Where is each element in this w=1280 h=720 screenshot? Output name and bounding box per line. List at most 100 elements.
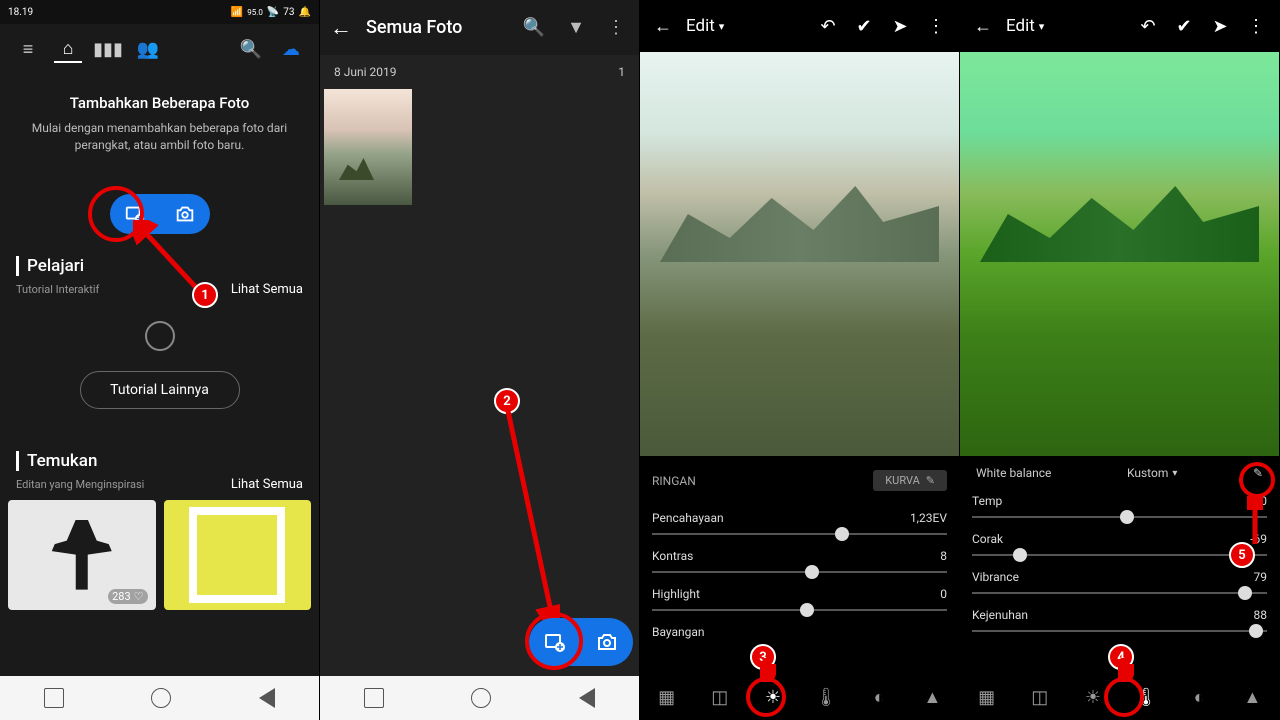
wb-label: White balance	[976, 466, 1051, 480]
empty-state: Tambahkan Beberapa Foto Mulai dengan men…	[0, 74, 319, 174]
add-photo-fab[interactable]	[529, 618, 581, 666]
chevron-down-icon: ▾	[1172, 468, 1177, 479]
exposure-slider[interactable]	[652, 533, 947, 535]
vibrance-slider[interactable]	[972, 592, 1267, 594]
date-header: 8 Juni 2019 1	[320, 55, 639, 89]
photo-preview-edited[interactable]	[960, 52, 1279, 456]
home-button[interactable]	[471, 688, 491, 708]
discover-thumb-2[interactable]	[164, 500, 312, 610]
mode-label: RINGAN	[652, 474, 696, 488]
discover-see-all[interactable]: Lihat Semua	[231, 477, 303, 492]
contrast-slider[interactable]	[652, 571, 947, 573]
share-icon[interactable]: ➤	[887, 16, 913, 37]
tint-slider[interactable]	[972, 554, 1267, 556]
chevron-down-icon: ▾	[1039, 20, 1045, 33]
back-icon[interactable]: ←	[970, 16, 996, 37]
library-icon[interactable]: ▮▮▮	[94, 35, 122, 63]
presets-icon[interactable]: ▦	[975, 685, 999, 709]
eyedropper-icon[interactable]: ✎	[1253, 466, 1263, 480]
recents-button[interactable]	[364, 688, 384, 708]
presets-icon[interactable]: ▦	[655, 685, 679, 709]
saturation-label: Kejenuhan	[972, 608, 1028, 622]
vibrance-label: Vibrance	[972, 570, 1019, 584]
edit-title[interactable]: Edit▾	[686, 16, 724, 36]
saturation-value: 88	[1254, 608, 1268, 622]
color-tool-icon[interactable]: 🌡	[1134, 685, 1158, 709]
home-tab[interactable]: ⌂	[54, 35, 82, 63]
count-label: 1	[618, 65, 625, 79]
detail-icon[interactable]: ▲	[920, 685, 944, 709]
detail-icon[interactable]: ▲	[1240, 685, 1264, 709]
share-icon[interactable]: ➤	[1207, 16, 1233, 37]
light-tool-icon[interactable]: ☀	[761, 685, 785, 709]
home-button[interactable]	[151, 688, 171, 708]
camera-icon	[595, 630, 619, 654]
discover-subtitle: Editan yang Menginspirasi	[16, 478, 144, 491]
wb-preset-select[interactable]: Kustom▾	[1127, 466, 1177, 480]
panel-all-photos: ← Semua Foto 🔍 ▼ ⋮ 8 Juni 2019 1 2	[320, 0, 640, 720]
annotation-arrow-5	[1247, 496, 1263, 546]
wifi-icon: 📡	[267, 7, 279, 18]
system-nav	[0, 676, 319, 720]
panel-edit-light: ← Edit▾ ↶ ✔ ➤ ⋮ RINGAN KURVA ✎ Pencahaya…	[640, 0, 960, 720]
discover-row: 283 ♡	[0, 500, 319, 610]
photo-preview-original[interactable]	[640, 52, 959, 456]
more-icon[interactable]: ⋮	[1243, 16, 1269, 37]
accept-icon[interactable]: ✔	[851, 16, 877, 37]
temp-slider[interactable]	[972, 516, 1267, 518]
system-nav	[320, 676, 639, 720]
accept-icon[interactable]: ✔	[1171, 16, 1197, 37]
net-speed: 95.0	[247, 8, 263, 17]
highlight-slider[interactable]	[652, 609, 947, 611]
recents-button[interactable]	[44, 688, 64, 708]
more-tutorials-button[interactable]: Tutorial Lainnya	[80, 371, 240, 409]
exposure-value: 1,23EV	[910, 511, 947, 525]
annotation-arrow-3	[760, 658, 776, 682]
learn-subtitle: Tutorial Interaktif	[16, 283, 99, 296]
cloud-icon[interactable]: ☁	[277, 35, 305, 63]
light-controls: RINGAN KURVA ✎ Pencahayaan1,23EV Kontras…	[640, 456, 959, 647]
back-icon[interactable]: ←	[330, 15, 352, 41]
edit-title[interactable]: Edit▾	[1006, 16, 1044, 36]
back-icon[interactable]: ←	[650, 16, 676, 37]
shared-icon[interactable]: 👥	[134, 35, 162, 63]
color-tool-icon[interactable]: 🌡	[814, 685, 838, 709]
highlight-value: 0	[940, 587, 947, 601]
learn-see-all[interactable]: Lihat Semua	[231, 282, 303, 297]
bell-icon: 🔔	[299, 7, 311, 18]
top-nav: ≡ ⌂ ▮▮▮ 👥 🔍 ☁	[0, 24, 319, 74]
back-button[interactable]	[259, 688, 275, 708]
camera-fab[interactable]	[581, 618, 633, 666]
settings-icon[interactable]: ⋮	[923, 16, 949, 37]
effects-icon[interactable]: ◐	[1187, 685, 1211, 709]
temp-label: Temp	[972, 494, 1002, 508]
effects-icon[interactable]: ◐	[867, 685, 891, 709]
discover-thumb-1[interactable]: 283 ♡	[8, 500, 156, 610]
more-icon[interactable]: ⋮	[607, 17, 625, 38]
search-icon[interactable]: 🔍	[237, 35, 265, 63]
empty-title: Tambahkan Beberapa Foto	[16, 94, 303, 112]
back-button[interactable]	[579, 688, 595, 708]
photo-thumbnail[interactable]	[324, 89, 412, 205]
undo-icon[interactable]: ↶	[1135, 16, 1161, 37]
battery-label: 73	[283, 7, 294, 18]
crop-icon[interactable]: ◫	[1028, 685, 1052, 709]
annotation-arrow-4	[1118, 658, 1134, 682]
discover-title: Temukan	[16, 451, 97, 471]
contrast-value: 8	[940, 549, 947, 563]
vibrance-value: 79	[1254, 570, 1268, 584]
filter-icon[interactable]: ▼	[567, 17, 585, 38]
saturation-slider[interactable]	[972, 630, 1267, 632]
search-icon[interactable]: 🔍	[523, 17, 545, 38]
panel-home: 18.19 📶 95.0 📡 73 🔔 ≡ ⌂ ▮▮▮ 👥 🔍 ☁ Tambah…	[0, 0, 320, 720]
edit-header-3: ← Edit▾ ↶ ✔ ➤ ⋮	[640, 0, 959, 52]
tint-label: Corak	[972, 532, 1003, 546]
loading-spinner	[145, 321, 175, 351]
crop-icon[interactable]: ◫	[708, 685, 732, 709]
learn-title: Pelajari	[16, 256, 84, 276]
light-tool-icon[interactable]: ☀	[1081, 685, 1105, 709]
panel-edit-color: ← Edit▾ ↶ ✔ ➤ ⋮ White balance Kustom▾ ✎ …	[960, 0, 1280, 720]
menu-icon[interactable]: ≡	[14, 35, 42, 63]
undo-icon[interactable]: ↶	[815, 16, 841, 37]
curve-button[interactable]: KURVA ✎	[873, 470, 947, 491]
